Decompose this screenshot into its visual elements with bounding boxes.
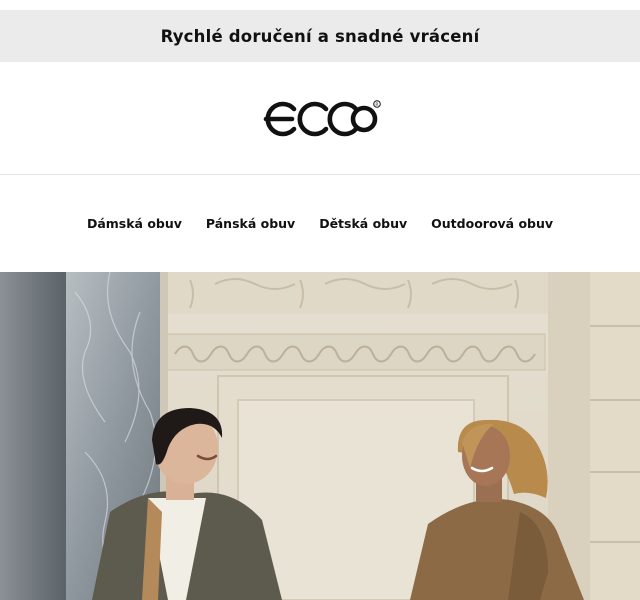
hero-photo xyxy=(0,272,640,600)
svg-text:R: R xyxy=(375,102,378,108)
hero-banner[interactable] xyxy=(0,272,640,600)
nav-item-womens-shoes[interactable]: Dámská obuv xyxy=(87,216,182,231)
main-navigation: Dámská obuv Pánská obuv Dětská obuv Outd… xyxy=(0,175,640,271)
ecco-logo[interactable]: ecco R xyxy=(258,98,382,138)
promo-text: Rychlé doručení a snadné vrácení xyxy=(160,26,480,46)
nav-item-mens-shoes[interactable]: Pánská obuv xyxy=(206,216,295,231)
header-logo-area: ecco R xyxy=(0,62,640,175)
nav-item-kids-shoes[interactable]: Dětská obuv xyxy=(319,216,407,231)
promo-banner: Rychlé doručení a snadné vrácení xyxy=(0,10,640,62)
nav-item-outdoor-shoes[interactable]: Outdoorová obuv xyxy=(431,216,553,231)
